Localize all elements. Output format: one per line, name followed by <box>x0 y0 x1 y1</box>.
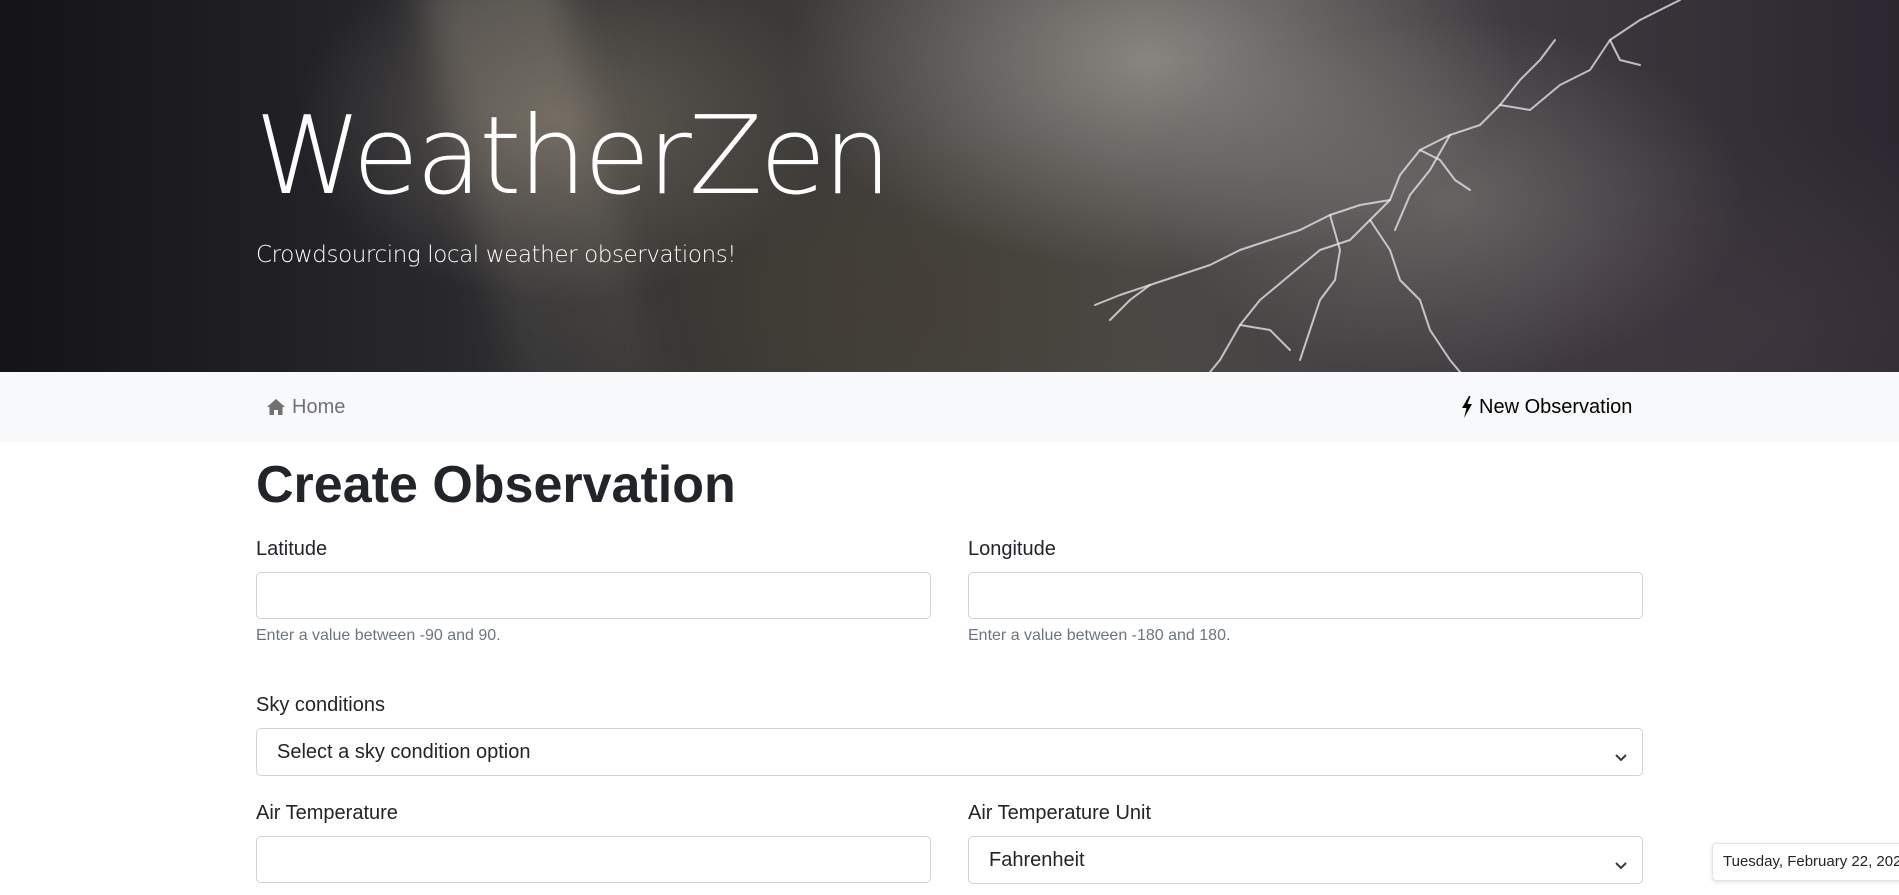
air-temperature-label: Air Temperature <box>256 802 398 824</box>
chevron-down-icon <box>1614 746 1628 769</box>
latitude-input[interactable] <box>256 572 931 619</box>
chevron-down-icon <box>1614 854 1628 877</box>
latitude-help-text: Enter a value between -90 and 90. <box>256 627 501 644</box>
air-temperature-unit-selected-value: Fahrenheit <box>989 848 1085 871</box>
hero-subtitle: Crowdsourcing local weather observations… <box>256 242 737 268</box>
longitude-help-text: Enter a value between -180 and 180. <box>968 627 1231 644</box>
sky-conditions-selected-value: Select a sky condition option <box>277 740 531 763</box>
nav-new-observation-link[interactable]: New Observation <box>1461 394 1632 420</box>
nav-home-link[interactable]: Home <box>266 394 345 420</box>
hero-title: WeatherZen <box>255 94 892 219</box>
page-title: Create Observation <box>256 456 736 514</box>
air-temperature-unit-select[interactable]: Fahrenheit <box>968 836 1643 884</box>
home-icon <box>266 398 286 416</box>
navbar: Home New Observation <box>0 372 1899 442</box>
latitude-label: Latitude <box>256 538 328 560</box>
sky-conditions-label: Sky conditions <box>256 694 385 716</box>
longitude-label: Longitude <box>968 538 1056 560</box>
longitude-input[interactable] <box>968 572 1643 619</box>
lightning-icon <box>1461 396 1473 418</box>
sky-conditions-select[interactable]: Select a sky condition option <box>256 728 1643 776</box>
hero-banner: WeatherZen Crowdsourcing local weather o… <box>0 0 1899 372</box>
nav-home-label: Home <box>292 395 346 418</box>
nav-new-observation-label: New Observation <box>1479 395 1633 418</box>
air-temperature-input[interactable] <box>256 836 931 883</box>
date-badge: Tuesday, February 22, 2022 <box>1712 843 1899 881</box>
air-temperature-unit-label: Air Temperature Unit <box>968 802 1152 824</box>
